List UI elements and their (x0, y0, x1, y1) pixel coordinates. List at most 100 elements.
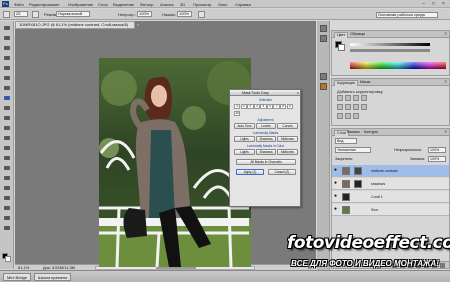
maximize-icon[interactable]: □ (429, 1, 438, 7)
menu-view[interactable]: Просмотр (193, 2, 211, 7)
mode-select[interactable]: Нормальный (56, 11, 90, 17)
hand-tool-icon[interactable] (3, 215, 11, 221)
layer-name[interactable]: shadows (371, 182, 385, 186)
tab-adjustments[interactable]: Коррекция (334, 80, 358, 86)
shadows-button[interactable]: Shadows (256, 136, 276, 142)
trash-icon[interactable] (440, 263, 445, 268)
history-brush-tool-icon[interactable] (3, 115, 11, 121)
color-spectrum-ramp[interactable] (350, 62, 446, 69)
layer-row[interactable]: ● Слой 1 (332, 191, 449, 203)
adjustment-layer-icon[interactable] (416, 263, 421, 268)
layer-opacity-field[interactable]: 100% (428, 147, 446, 153)
dialog-number-button[interactable]: 2 (240, 104, 247, 109)
brightness-contrast-icon[interactable] (337, 95, 343, 101)
menu-analysis[interactable]: Анализ (160, 2, 174, 7)
auto-tone-button[interactable]: Auto Tone (234, 123, 255, 129)
menu-layers[interactable]: Слои (98, 2, 108, 7)
bg-color-chip[interactable] (338, 44, 345, 51)
path-select-tool-icon[interactable] (3, 185, 11, 191)
eraser-tool-icon[interactable] (3, 125, 11, 131)
dialog-number-button[interactable]: 5 (260, 104, 267, 109)
channel-mixer-icon[interactable] (345, 113, 351, 119)
zoom-tool-icon[interactable] (3, 225, 11, 231)
pen-tool-icon[interactable] (3, 165, 11, 171)
hue-saturation-icon[interactable] (345, 104, 351, 110)
menu-edit[interactable]: Редактирование (29, 2, 59, 7)
layer-filter-kind[interactable]: Вид (335, 138, 357, 144)
quick-select-tool-icon[interactable] (3, 55, 11, 61)
dialog-number-button[interactable]: 4 (253, 104, 261, 109)
levels-button[interactable]: Levels (256, 123, 276, 129)
photo-filter-icon[interactable] (337, 113, 343, 119)
tab-color[interactable]: Цвет (334, 32, 349, 38)
layer-row[interactable]: ● midtone contrast (332, 165, 449, 177)
fx-icon[interactable] (400, 263, 405, 268)
dodge-tool-icon[interactable] (3, 155, 11, 161)
invert-icon[interactable] (353, 113, 359, 119)
shadows-color-button[interactable]: Shadows (256, 149, 276, 155)
tab-paths[interactable]: Контуры (362, 130, 380, 136)
actions-panel-icon[interactable] (320, 35, 327, 42)
fill-field[interactable]: 100% (428, 156, 446, 162)
lasso-tool-icon[interactable] (3, 45, 11, 51)
brush-tool-preset-icon[interactable] (3, 11, 10, 18)
cancel-button[interactable]: Cancel (2) (268, 169, 296, 175)
opacity-field[interactable]: 100% (137, 11, 152, 17)
3d-rotate-tool-icon[interactable] (3, 205, 11, 211)
slider-k[interactable] (350, 43, 430, 46)
type-tool-icon[interactable] (3, 175, 11, 181)
brush-size-field[interactable]: 25 (14, 11, 28, 17)
scrollbar-thumb[interactable] (156, 267, 196, 269)
blur-tool-icon[interactable] (3, 145, 11, 151)
layer-row[interactable]: ● shadows (332, 178, 449, 190)
dialog-number-button[interactable]: 7 (273, 104, 280, 109)
dialog-number-button[interactable]: 3 (247, 104, 254, 109)
clone-stamp-tool-icon[interactable] (3, 105, 11, 111)
blend-mode-select[interactable]: Умножение (335, 147, 371, 153)
document-close-icon[interactable]: × (137, 22, 139, 27)
curves-button[interactable]: Curves (277, 123, 298, 129)
lights-button[interactable]: Lights (234, 136, 255, 142)
new-layer-icon[interactable] (432, 263, 437, 268)
visibility-eye-icon[interactable]: ● (334, 181, 339, 186)
shape-tool-icon[interactable] (3, 195, 11, 201)
timeline-tab[interactable]: Шкала времени (34, 273, 72, 281)
panel-menu-icon[interactable]: ≡ (445, 31, 447, 36)
panel-menu-icon[interactable]: ≡ (445, 129, 447, 134)
mini-bridge-tab[interactable]: Mini Bridge (3, 273, 32, 281)
menu-image[interactable]: Изображение (68, 2, 93, 7)
all-masks-button[interactable]: All Masks in Channels (236, 159, 296, 165)
visibility-eye-icon[interactable]: ● (334, 168, 339, 173)
black-white-icon[interactable] (361, 104, 367, 110)
slider-track[interactable] (350, 49, 430, 52)
move-tool-icon[interactable] (3, 25, 11, 31)
layer-row[interactable]: ● Фон (332, 204, 449, 216)
close-icon[interactable]: × (439, 1, 448, 7)
dialog-number-button[interactable]: 6 (266, 104, 274, 109)
tab-channels[interactable]: Каналы (345, 130, 362, 136)
tab-masks[interactable]: Маски (358, 80, 372, 86)
gradient-tool-icon[interactable] (3, 135, 11, 141)
dialog-number-button[interactable]: 8 (280, 104, 287, 109)
minimize-icon[interactable]: – (419, 1, 428, 7)
background-color-swatch[interactable] (5, 256, 11, 262)
crop-tool-icon[interactable] (3, 65, 11, 71)
layer-name[interactable]: Слой 1 (371, 195, 383, 199)
visibility-eye-icon[interactable]: ● (334, 194, 339, 199)
add-mask-icon[interactable] (408, 263, 413, 268)
eyedropper-tool-icon[interactable] (3, 75, 11, 81)
menu-filter[interactable]: Фильтр (140, 2, 153, 7)
workspace-select[interactable]: Основная рабочая среда (376, 12, 438, 18)
history-panel-icon[interactable] (320, 25, 327, 32)
marquee-tool-icon[interactable] (3, 35, 11, 41)
folder-icon[interactable] (424, 263, 429, 268)
tab-swatches[interactable]: Образцы (348, 32, 367, 38)
midtones-button[interactable]: Midtones (277, 136, 298, 142)
layer-mask-thumbnail[interactable] (354, 167, 362, 175)
levels-icon[interactable] (345, 95, 351, 101)
dialog-number-button[interactable]: 9 (286, 104, 294, 109)
visibility-eye-icon[interactable]: ● (334, 207, 339, 212)
dialog-number-button[interactable]: 10 (234, 111, 241, 116)
brush-panel-icon[interactable] (320, 73, 327, 80)
curves-icon[interactable] (353, 95, 359, 101)
